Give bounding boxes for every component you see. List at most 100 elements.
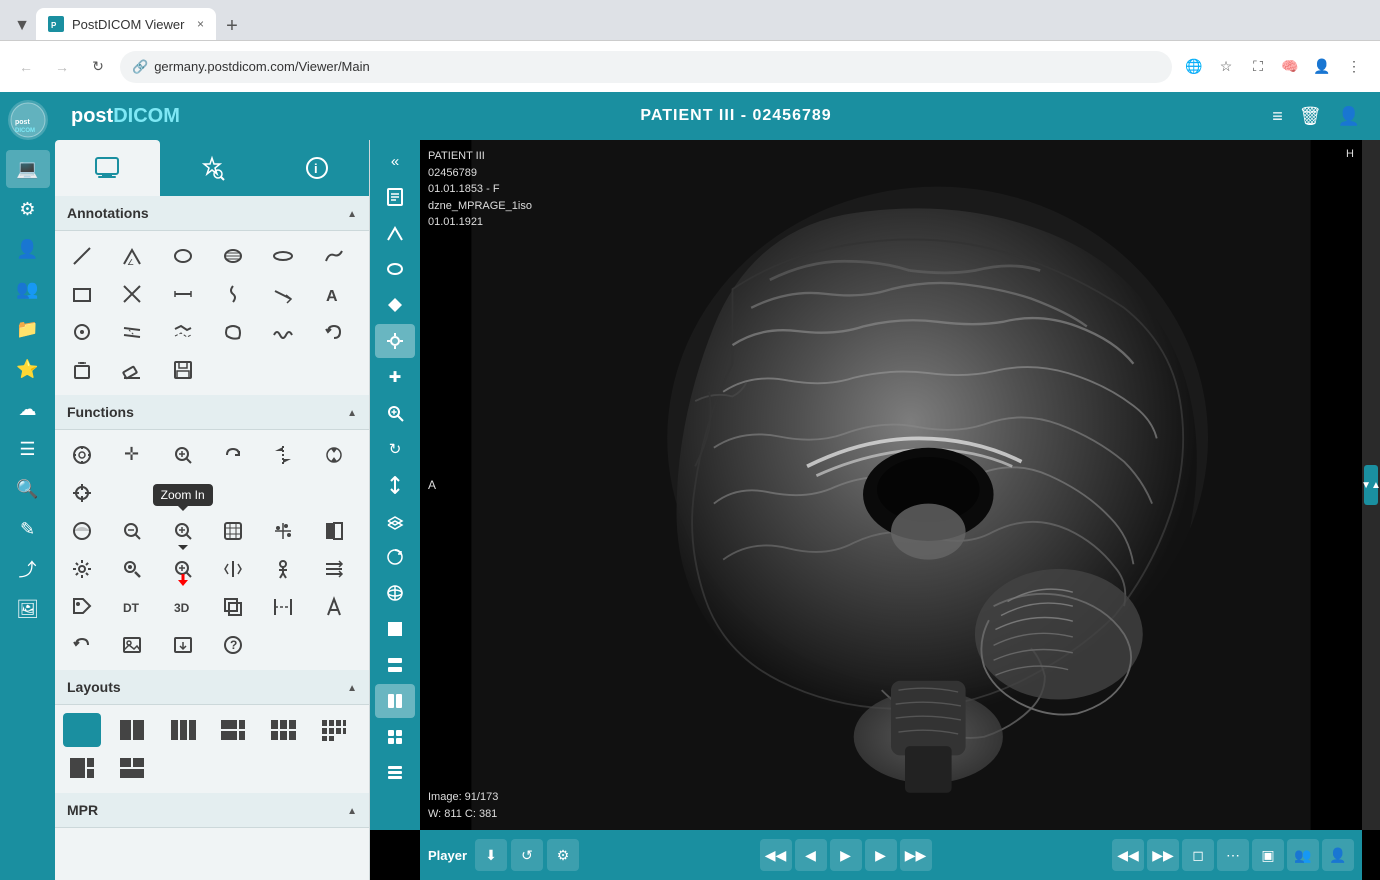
tab-info[interactable]: i [264,140,369,196]
sort-tool[interactable] [315,552,353,586]
player-last[interactable]: ▶▶ [900,839,932,871]
screen-btn[interactable]: ⛶ [1244,53,1272,81]
user-menu-btn[interactable]: 👤 [1334,102,1364,131]
vt-layers[interactable] [375,504,415,538]
measure-tool[interactable] [264,590,302,624]
profile-btn[interactable]: 👤 [1308,53,1336,81]
line-tool[interactable] [164,277,202,311]
player-persons[interactable]: 👥 [1287,839,1319,871]
player-layout[interactable]: ▣ [1252,839,1284,871]
rotate-tool[interactable] [214,438,252,472]
freehand-tool[interactable] [315,239,353,273]
zoom-tool[interactable] [164,438,202,472]
annotations-header[interactable]: Annotations [55,196,369,231]
probe-tool[interactable] [113,552,151,586]
3d-tool[interactable]: 3D [164,590,202,624]
player-undo[interactable]: ↺ [511,839,543,871]
player-skip-back[interactable]: ◀◀ [1112,839,1144,871]
new-tab-btn[interactable]: + [218,12,246,40]
save-img-tool[interactable] [164,628,202,662]
zoom-in-tool[interactable]: Zoom In [164,514,202,548]
sidebar-tools-icon[interactable]: ⚙ [6,190,50,228]
translate-btn[interactable]: 🌐 [1180,53,1208,81]
tab-list-btn[interactable]: ▼ [8,12,36,40]
crosshair-tool[interactable] [63,476,101,510]
tag-tool[interactable] [63,590,101,624]
ww-tool[interactable] [63,514,101,548]
vt-vert-bar[interactable] [375,684,415,718]
tab-tools[interactable] [160,140,265,196]
sidebar-star-icon[interactable]: ⭐ [6,350,50,388]
sidebar-share-icon[interactable]: ⤴ [6,550,50,588]
layout-1x2[interactable] [113,713,151,747]
pan-tool[interactable] [214,514,252,548]
undo-tool[interactable] [315,315,353,349]
layouts-toggle[interactable] [347,678,357,696]
layout-grid-r[interactable] [113,751,151,785]
player-grid[interactable]: ◻ [1182,839,1214,871]
reset-tool[interactable] [164,552,202,586]
sidebar-draw-icon[interactable]: ✎ [6,510,50,548]
player-more[interactable]: ⋯ [1217,839,1249,871]
save-annot-tool[interactable] [164,353,202,387]
player-settings[interactable]: ⚙ [547,839,579,871]
sidebar-list-icon[interactable]: ☰ [6,430,50,468]
functions-header[interactable]: Functions [55,395,369,430]
cine-tool[interactable] [63,438,101,472]
tab-close-btn[interactable]: × [197,17,204,31]
sidebar-screens-icon[interactable]: 🖼 [6,590,50,628]
player-first[interactable]: ◀◀ [760,839,792,871]
player-next[interactable]: ▶ [865,839,897,871]
vt-solid-rect[interactable] [375,612,415,646]
vt-zoomin[interactable] [375,396,415,430]
menu-btn[interactable]: ⋮ [1340,53,1368,81]
list-view-btn[interactable]: ≡ [1268,102,1287,131]
eraser-tool[interactable] [113,353,151,387]
ai-tool[interactable] [315,590,353,624]
player-user[interactable]: 👤 [1322,839,1354,871]
extensions-btn[interactable]: 🧠 [1276,53,1304,81]
browser-tab-active[interactable]: P PostDICOM Viewer × [36,8,216,40]
clear-tool[interactable] [63,353,101,387]
segment-tool[interactable] [164,315,202,349]
vt-brightness[interactable] [375,324,415,358]
star-btn[interactable]: ☆ [1212,53,1240,81]
scroll-handle[interactable]: ▼▲ [1362,140,1380,830]
cross-tool[interactable] [113,277,151,311]
layout-3x3[interactable] [315,713,353,747]
vt-diamond[interactable] [375,288,415,322]
region-tool[interactable] [214,315,252,349]
vt-split-v[interactable] [375,648,415,682]
vt-stripes[interactable] [375,756,415,790]
sidebar-monitor-icon[interactable]: 💻 [6,150,50,188]
zoom-out-tool[interactable] [113,514,151,548]
layout-1x3[interactable] [164,713,202,747]
vt-arrows-v[interactable] [375,468,415,502]
vt-refresh[interactable]: ↻ [375,432,415,466]
arrow-tool[interactable] [264,277,302,311]
layouts-header[interactable]: Layouts [55,670,369,705]
invert-tool[interactable] [315,514,353,548]
hatch-ellipse-tool[interactable] [214,239,252,273]
wide-ellipse-tool[interactable] [264,239,302,273]
mpr-header[interactable]: MPR [55,793,369,828]
layout-main-left[interactable] [63,751,101,785]
functions-toggle[interactable] [347,403,357,421]
sidebar-cloud-icon[interactable]: ☁ [6,390,50,428]
sidebar-group-icon[interactable]: 👥 [6,270,50,308]
player-download[interactable]: ⬇ [475,839,507,871]
image-tool[interactable] [113,628,151,662]
vt-gyro[interactable] [375,576,415,610]
scatter-tool[interactable] [264,514,302,548]
flip-v-tool[interactable] [264,438,302,472]
layout-2x2-wide[interactable] [214,713,252,747]
spine-tool[interactable] [214,277,252,311]
ruler-tool[interactable] [63,239,101,273]
scroll-thumb[interactable]: ▼▲ [1364,465,1378,505]
split-tool[interactable] [214,552,252,586]
sidebar-user-icon[interactable]: 👤 [6,230,50,268]
delete-btn[interactable]: 🗑 [1295,102,1326,131]
angle-tool[interactable]: ∠ [113,239,151,273]
vt-move[interactable]: ✚ [375,360,415,394]
cobbangle-tool[interactable] [113,315,151,349]
